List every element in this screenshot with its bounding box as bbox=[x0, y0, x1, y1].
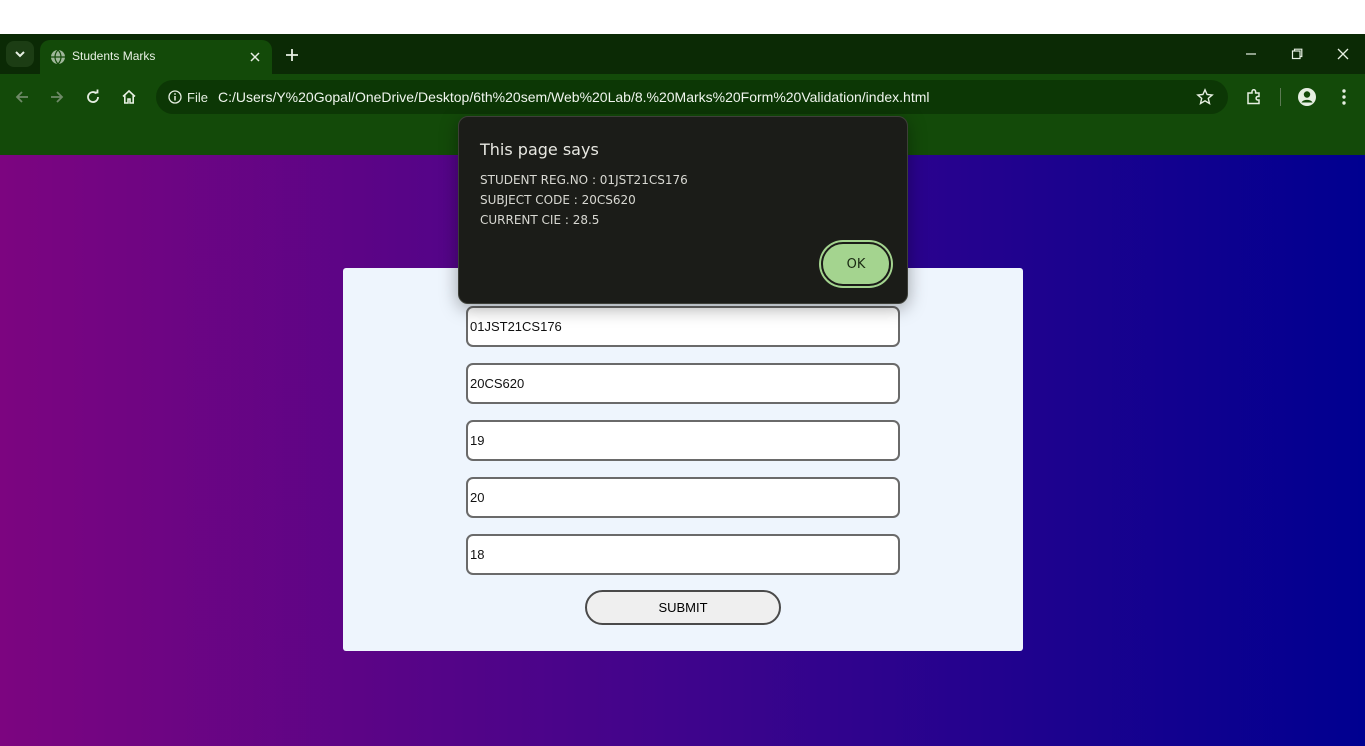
toolbar-divider bbox=[1280, 88, 1281, 106]
profile-button[interactable] bbox=[1294, 84, 1320, 110]
marks-field-2[interactable] bbox=[466, 477, 900, 518]
window-close-button[interactable] bbox=[1329, 42, 1357, 66]
alert-title: This page says bbox=[480, 140, 599, 159]
forward-button[interactable] bbox=[44, 84, 70, 110]
restore-icon bbox=[1291, 48, 1303, 60]
reload-button[interactable] bbox=[80, 84, 106, 110]
window-close-icon bbox=[1337, 48, 1349, 60]
plus-icon bbox=[286, 49, 298, 61]
minimize-button[interactable] bbox=[1237, 42, 1265, 66]
top-strip bbox=[0, 0, 1365, 34]
site-info-label: File bbox=[187, 89, 208, 105]
marks-field-1[interactable] bbox=[466, 420, 900, 461]
home-button[interactable] bbox=[116, 84, 142, 110]
new-tab-button[interactable] bbox=[280, 43, 304, 67]
address-bar[interactable]: File C:/Users/Y%20Gopal/OneDrive/Desktop… bbox=[156, 80, 1228, 114]
tab-search-button[interactable] bbox=[6, 41, 34, 67]
alert-message-line: STUDENT REG.NO : 01JST21CS176 bbox=[480, 173, 688, 187]
browser-menu-button[interactable] bbox=[1331, 84, 1357, 110]
more-vert-icon bbox=[1342, 89, 1346, 105]
back-button[interactable] bbox=[9, 84, 35, 110]
marks-field-3[interactable] bbox=[466, 534, 900, 575]
chevron-down-icon bbox=[15, 51, 25, 58]
site-info-button[interactable]: File bbox=[162, 85, 216, 109]
alert-message-line: CURRENT CIE : 28.5 bbox=[480, 213, 600, 227]
url-text[interactable]: C:/Users/Y%20Gopal/OneDrive/Desktop/6th%… bbox=[218, 89, 930, 105]
reg-no-field[interactable] bbox=[466, 306, 900, 347]
close-icon bbox=[250, 52, 260, 62]
globe-icon bbox=[51, 49, 65, 65]
forward-arrow-icon bbox=[51, 91, 64, 103]
star-icon[interactable] bbox=[1196, 88, 1214, 106]
tab-close-button[interactable] bbox=[246, 48, 264, 66]
home-icon bbox=[122, 89, 136, 104]
restore-button[interactable] bbox=[1283, 42, 1311, 66]
submit-button[interactable]: SUBMIT bbox=[585, 590, 781, 625]
tab-title: Students Marks bbox=[72, 49, 156, 63]
alert-dialog: This page says STUDENT REG.NO : 01JST21C… bbox=[458, 116, 908, 304]
minimize-icon bbox=[1246, 53, 1256, 55]
tab-students-marks[interactable]: Students Marks bbox=[40, 40, 272, 74]
tab-bar: Students Marks bbox=[0, 34, 1365, 74]
reload-icon bbox=[87, 89, 99, 103]
back-arrow-icon bbox=[15, 91, 28, 103]
browser-toolbar: File C:/Users/Y%20Gopal/OneDrive/Desktop… bbox=[0, 74, 1365, 120]
subject-code-field[interactable] bbox=[466, 363, 900, 404]
alert-message-line: SUBJECT CODE : 20CS620 bbox=[480, 193, 636, 207]
info-icon bbox=[168, 90, 182, 104]
marks-form: SUBMIT bbox=[343, 268, 1023, 651]
profile-icon bbox=[1298, 88, 1316, 106]
extensions-icon bbox=[1247, 88, 1260, 105]
extensions-button[interactable] bbox=[1241, 84, 1267, 110]
ok-button[interactable]: OK bbox=[821, 242, 891, 286]
